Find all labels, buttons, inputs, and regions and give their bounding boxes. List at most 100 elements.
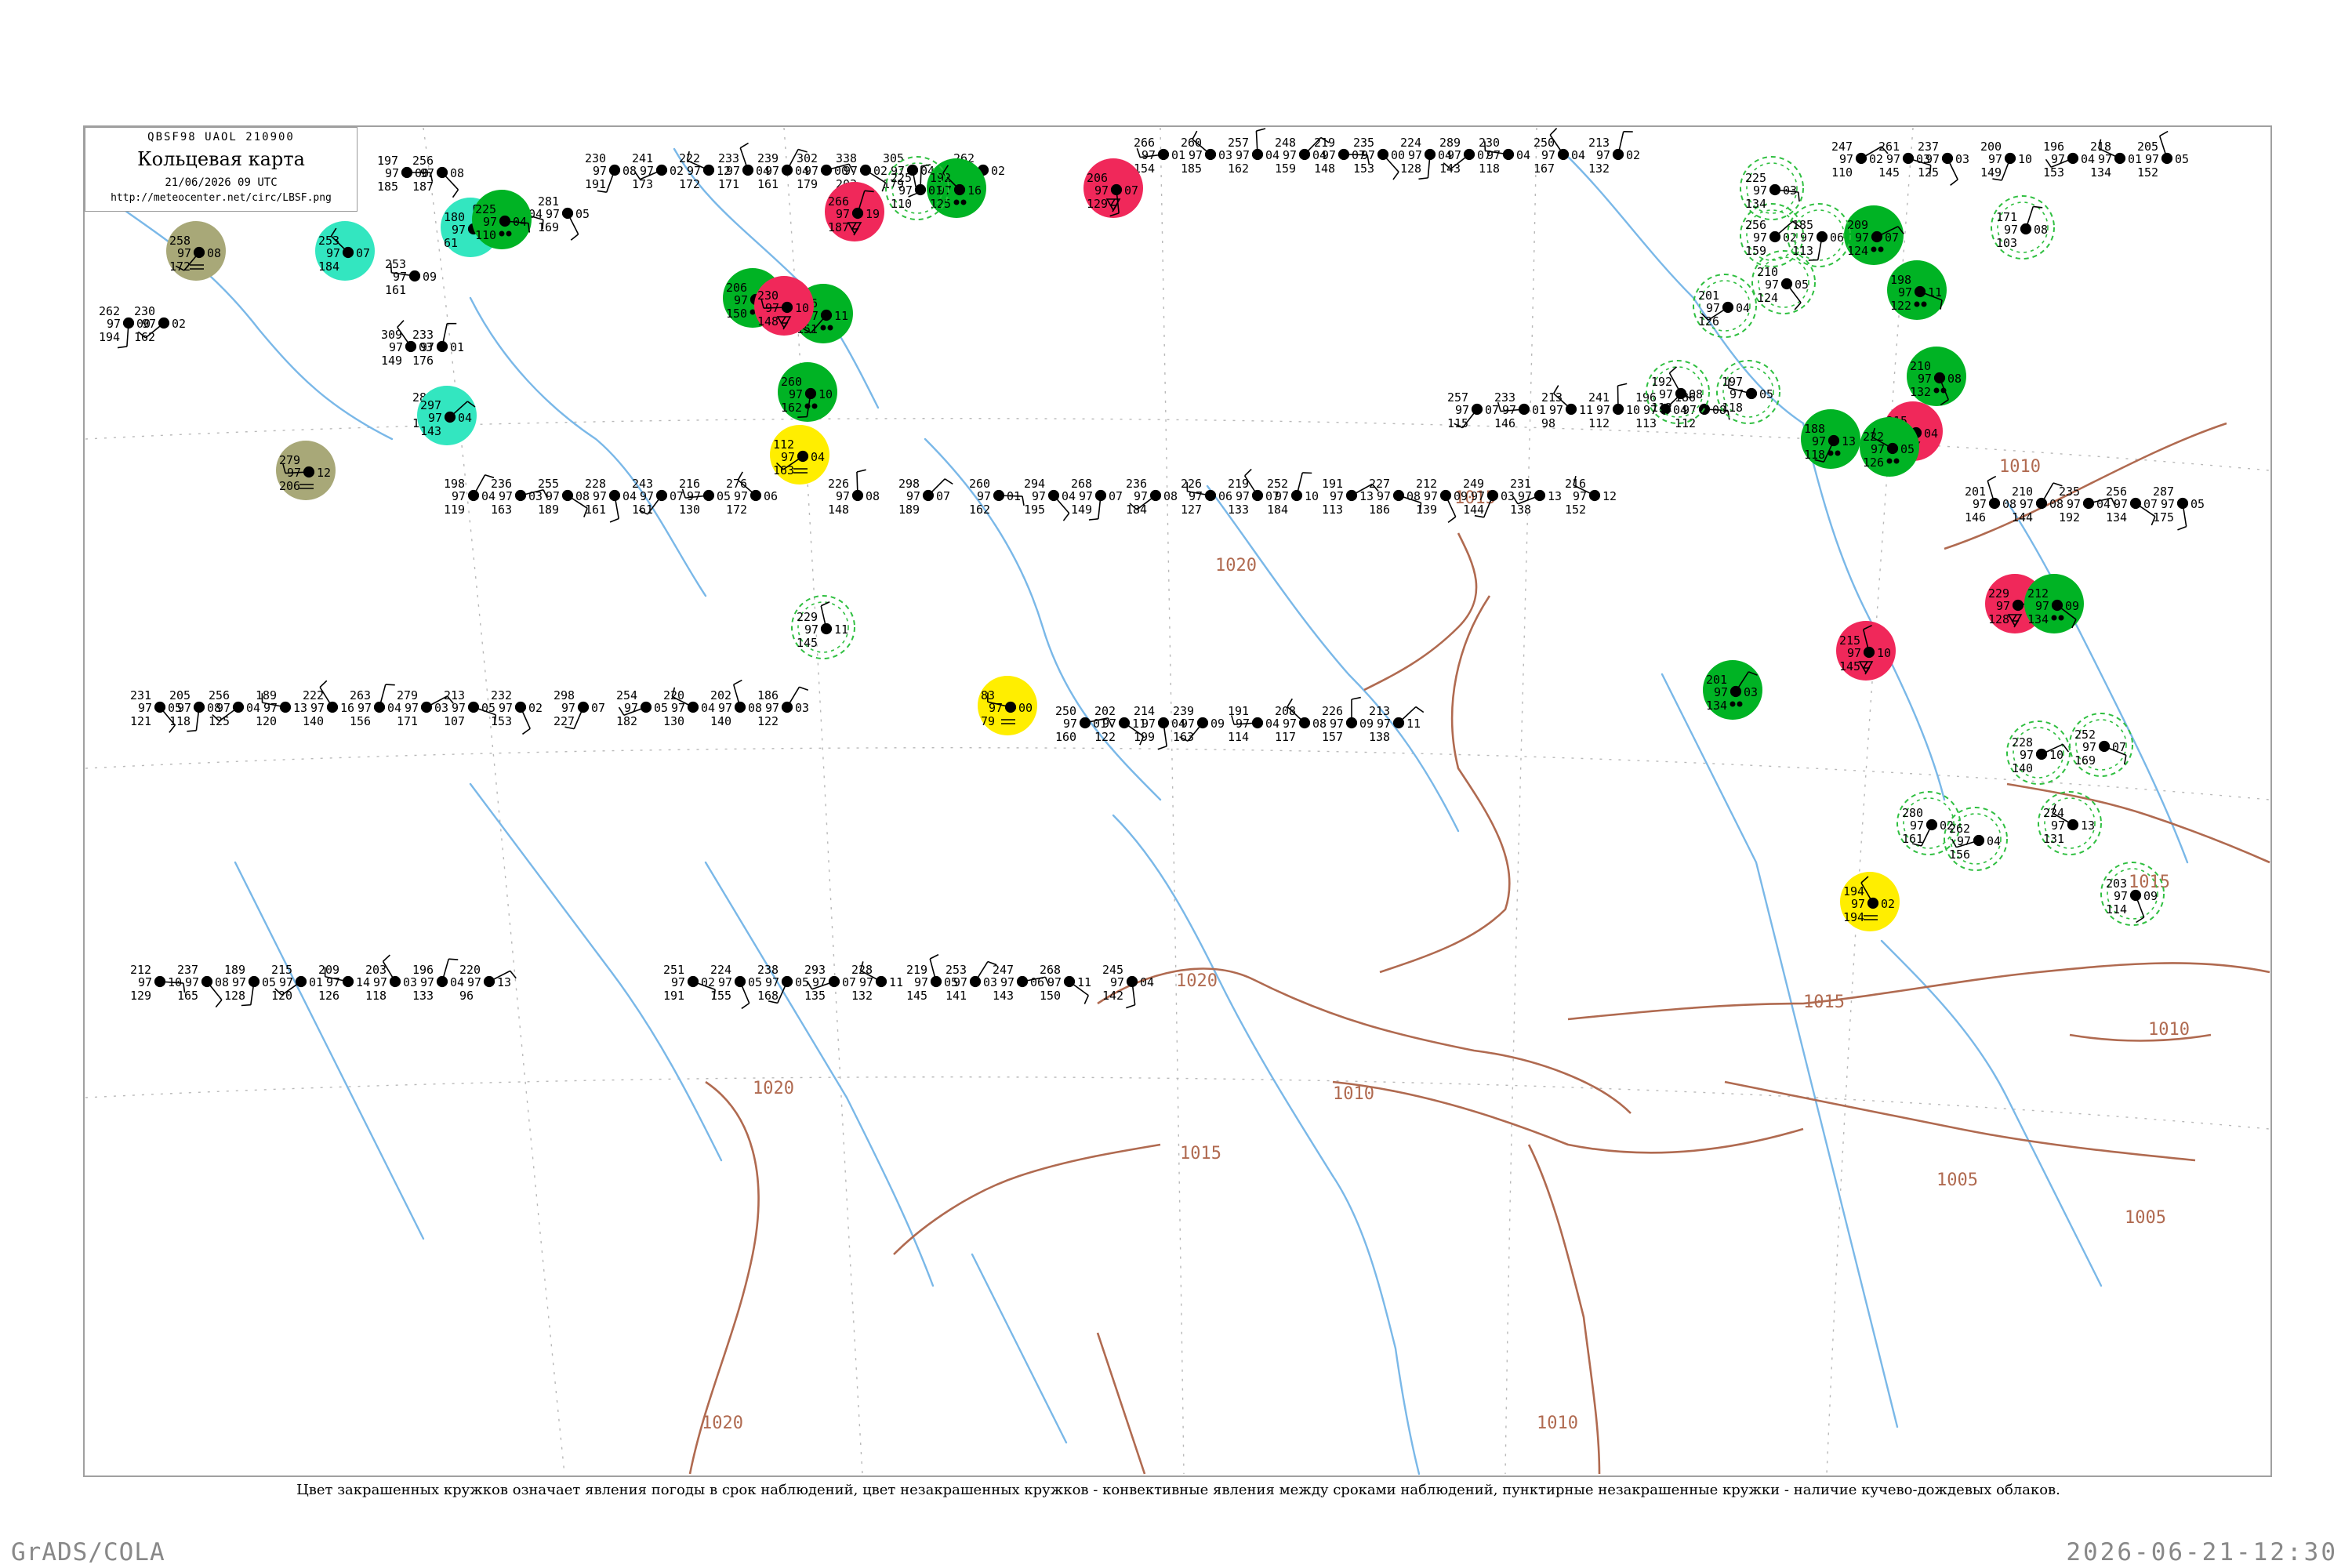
- dewpoint-label: 175: [2153, 510, 2174, 524]
- visibility-label: 97: [546, 489, 560, 503]
- visibility-label: 97: [452, 701, 466, 715]
- pressure-tendency-label: 07: [591, 701, 605, 715]
- visibility-label: 97: [1839, 152, 1853, 166]
- visibility-label: 97: [2114, 497, 2128, 511]
- station-model[interactable]: 83977900: [978, 676, 1037, 735]
- station-model[interactable]: 1129716304: [770, 425, 829, 485]
- visibility-label: 97: [1283, 148, 1297, 162]
- pressure-tendency-label: 08: [866, 489, 880, 503]
- pressure-tendency-label: 02: [991, 164, 1005, 178]
- station-model[interactable]: 1889711813: [1801, 409, 1860, 469]
- visibility-label: 97: [1189, 489, 1203, 503]
- visibility-label: 97: [989, 701, 1003, 715]
- dewpoint-label: 145: [1839, 659, 1860, 673]
- dewpoint-label: 118: [1479, 162, 1500, 176]
- dewpoint-label: 140: [710, 714, 731, 728]
- pressure-tendency-label: 08: [2034, 223, 2048, 237]
- station-model[interactable]: 2539718407: [315, 221, 375, 281]
- dewpoint-label: 165: [177, 989, 198, 1003]
- rain-icon: [804, 403, 811, 409]
- dewpoint-label: 124: [1757, 291, 1778, 305]
- visibility-label: 97: [2067, 497, 2081, 511]
- synoptic-map: 1020102010201020101510151015101510101010…: [0, 0, 2352, 1568]
- station-model[interactable]: 2069712907: [1083, 158, 1143, 218]
- visibility-label: 97: [138, 975, 152, 989]
- station-model[interactable]: 2259711004: [472, 190, 532, 249]
- pressure-tendency-label: 03: [403, 975, 417, 989]
- station-model[interactable]: 2159714510: [1836, 621, 1896, 681]
- dewpoint-label: 112: [1651, 401, 1672, 415]
- dewpoint-label: 61: [444, 236, 458, 250]
- station-model[interactable]: 2309714810: [754, 276, 814, 336]
- visibility-label: 97: [263, 701, 278, 715]
- dewpoint-label: 206: [279, 479, 300, 493]
- visibility-label: 97: [1714, 685, 1728, 699]
- pressure-tendency-label: 02: [172, 317, 186, 331]
- pressure-tendency-label: 02: [670, 164, 684, 178]
- pressure-tendency-label: 07: [936, 489, 950, 503]
- dewpoint-label: 118: [365, 989, 387, 1003]
- pressure-tendency-label: 04: [811, 450, 825, 464]
- dewpoint-label: 130: [679, 503, 700, 517]
- visibility-label: 97: [640, 164, 654, 178]
- dewpoint-label: 192: [2059, 510, 2080, 524]
- source-url[interactable]: http://meteocenter.net/circ/LBSF.png: [85, 192, 357, 204]
- station-model[interactable]: 1949719402: [1840, 872, 1900, 931]
- visibility-label: 97: [1471, 489, 1485, 503]
- pressure-tendency-label: 03: [1783, 183, 1797, 198]
- station-model[interactable]: 2099712407: [1844, 205, 1904, 265]
- visibility-label: 97: [2004, 223, 2018, 237]
- dewpoint-label: 182: [616, 714, 637, 728]
- pressure-tendency-label: 11: [889, 975, 903, 989]
- station-model[interactable]: 2979714304: [417, 386, 477, 445]
- dewpoint-label: 115: [1447, 416, 1468, 430]
- pressure-tendency-label: 11: [1579, 403, 1593, 417]
- rain-icon: [1933, 387, 1940, 394]
- rain-icon: [1914, 301, 1920, 307]
- rain-icon: [1828, 450, 1834, 456]
- visibility-label: 97: [420, 166, 434, 180]
- visibility-label: 97: [138, 701, 152, 715]
- rain-icon: [960, 199, 967, 205]
- pressure-tendency-label: 05: [2190, 497, 2205, 511]
- visibility-label: 97: [1377, 717, 1391, 731]
- visibility-label: 97: [1236, 489, 1250, 503]
- visibility-label: 97: [483, 215, 497, 229]
- pressure-tendency-label: 13: [497, 975, 511, 989]
- dewpoint-label: 163: [773, 463, 794, 477]
- station-model[interactable]: 2669718719: [825, 182, 884, 241]
- visibility-label: 97: [420, 975, 434, 989]
- pressure-tendency-label: 09: [2065, 599, 2079, 613]
- visibility-label: 97: [781, 450, 795, 464]
- dewpoint-label: 107: [444, 714, 465, 728]
- visibility-label: 97: [977, 489, 991, 503]
- station-model[interactable]: 1989712211: [1887, 260, 1947, 320]
- rain-icon: [506, 230, 512, 237]
- station-model[interactable]: 2609716210: [778, 362, 837, 422]
- dewpoint-label: 126: [1863, 456, 1884, 470]
- pressure-tendency-label: 01: [1532, 403, 1546, 417]
- visibility-label: 97: [2051, 152, 2065, 166]
- visibility-label: 97: [287, 466, 301, 480]
- dewpoint-label: 113: [1792, 244, 1813, 258]
- station-model[interactable]: 2129713409: [2024, 574, 2084, 633]
- rain-icon: [820, 325, 826, 331]
- dewpoint-label: 140: [2012, 761, 2033, 775]
- station-model[interactable]: 2799720612: [276, 441, 336, 500]
- visibility-label: 97: [420, 340, 434, 354]
- station-model[interactable]: 2109713208: [1907, 347, 1966, 406]
- rain-icon: [2058, 615, 2064, 621]
- dewpoint-label: 127: [1181, 503, 1202, 517]
- dewpoint-label: 112: [1675, 416, 1696, 430]
- pressure-tendency-label: 07: [1885, 230, 1899, 245]
- pressure-tendency-label: 04: [1265, 717, 1279, 731]
- station-model[interactable]: 2589717208: [166, 221, 226, 281]
- station-model[interactable]: 2019713403: [1703, 660, 1762, 720]
- station-model[interactable]: 2229712605: [1860, 417, 1919, 477]
- pressure-tendency-label: 13: [293, 701, 307, 715]
- dewpoint-label: 142: [1102, 989, 1123, 1003]
- visibility-label: 97: [1596, 403, 1610, 417]
- rain-icon: [1886, 458, 1893, 464]
- pressure-tendency-label: 04: [1987, 834, 2001, 848]
- visibility-label: 97: [1851, 897, 1865, 911]
